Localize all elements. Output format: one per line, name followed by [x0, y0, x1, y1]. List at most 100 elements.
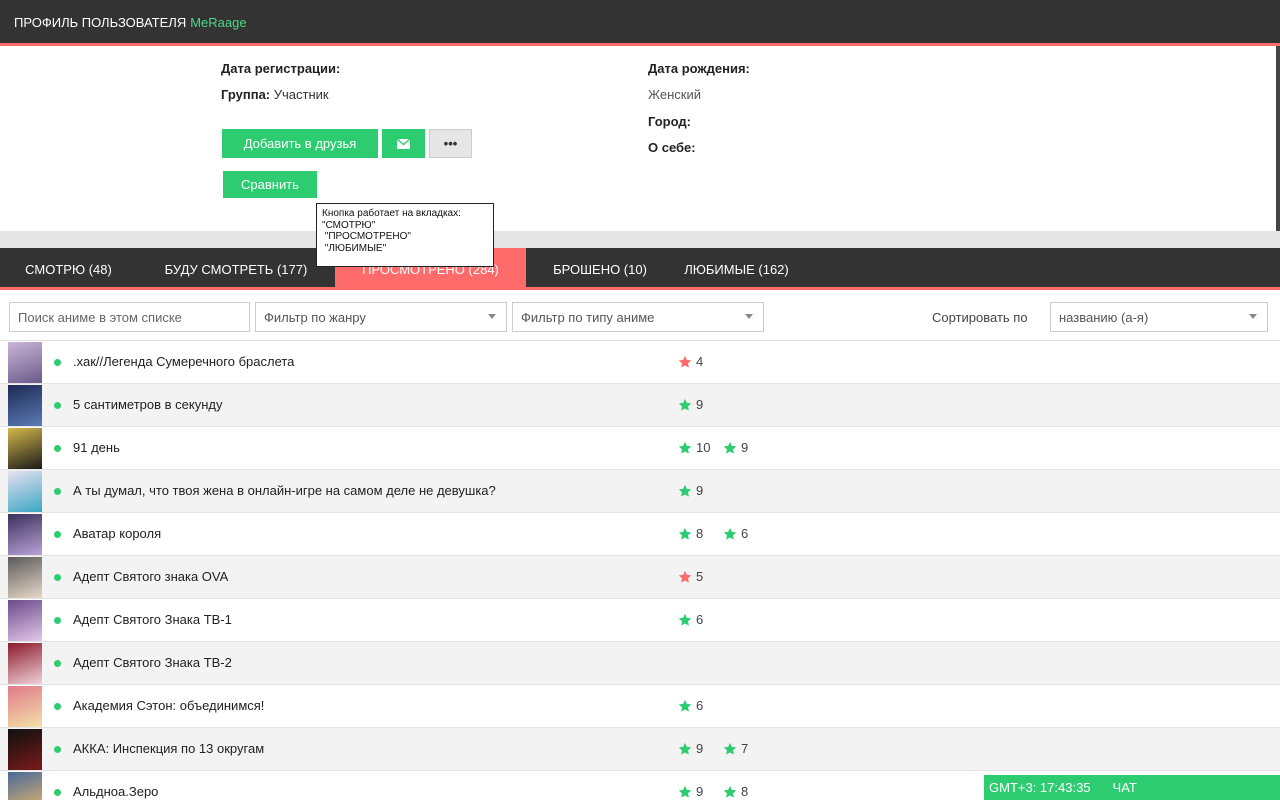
- tab-plan-to-watch[interactable]: БУДУ СМОТРЕТЬ (177): [137, 248, 335, 290]
- anime-poster-thumbnail[interactable]: [8, 686, 42, 727]
- sort-label: Сортировать по: [932, 310, 1028, 325]
- sort-value: названию (а-я): [1059, 309, 1149, 325]
- list-item[interactable]: Адепт Святого Знака ТВ-2: [0, 642, 1280, 685]
- group-label: Группа: Участник: [221, 87, 329, 102]
- star-icon: [678, 484, 692, 497]
- anime-poster-thumbnail[interactable]: [8, 342, 42, 383]
- rating-value: 8: [741, 784, 749, 799]
- tab-favorites[interactable]: ЛЮБИМЫЕ (162): [674, 248, 799, 290]
- message-button[interactable]: [382, 129, 425, 158]
- status-dot-icon: [54, 789, 61, 796]
- rating: 9: [678, 397, 703, 412]
- anime-poster-thumbnail[interactable]: [8, 600, 42, 641]
- anime-poster-thumbnail[interactable]: [8, 514, 42, 555]
- rating-value: 6: [741, 526, 749, 541]
- status-dot-icon: [54, 703, 61, 710]
- anime-title-link[interactable]: Академия Сэтон: объединимся!: [73, 698, 264, 713]
- anime-list: .хак//Легенда Сумеречного браслета 4 5 сан…: [0, 341, 1280, 800]
- more-options-button[interactable]: •••: [429, 129, 472, 158]
- rating: 8: [678, 526, 703, 541]
- rating-value: 6: [696, 612, 704, 627]
- anime-poster-thumbnail[interactable]: [8, 385, 42, 426]
- chat-label[interactable]: ЧАТ: [1113, 780, 1137, 795]
- star-icon: [678, 699, 692, 712]
- username-link[interactable]: MeRaage: [190, 15, 246, 30]
- star-icon: [678, 398, 692, 411]
- star-icon: [678, 441, 692, 454]
- anime-title-link[interactable]: Аватар короля: [73, 526, 161, 541]
- tooltip-line: "ПРОСМОТРЕНО": [322, 231, 411, 242]
- status-dot-icon: [54, 531, 61, 538]
- rating-value: 6: [696, 698, 704, 713]
- envelope-icon: [397, 138, 410, 149]
- list-item[interactable]: Аватар короля 8 6: [0, 513, 1280, 556]
- list-item[interactable]: 91 день 10 9: [0, 427, 1280, 470]
- list-item[interactable]: Адепт Святого Знака ТВ-1 6: [0, 599, 1280, 642]
- server-time: GMT+3: 17:43:35: [989, 780, 1091, 795]
- anime-title-link[interactable]: А ты думал, что твоя жена в онлайн-игре …: [73, 483, 496, 498]
- anime-poster-thumbnail[interactable]: [8, 643, 42, 684]
- dropdown-arrow-icon: [488, 314, 496, 319]
- tooltip-line: "СМОТРЮ": [322, 219, 376, 231]
- list-item[interactable]: 5 сантиметров в секунду 9: [0, 384, 1280, 427]
- status-dot-icon: [54, 617, 61, 624]
- star-icon: [723, 441, 737, 454]
- anime-title-link[interactable]: .хак//Легенда Сумеречного браслета: [73, 354, 294, 369]
- status-dot-icon: [54, 574, 61, 581]
- list-item[interactable]: А ты думал, что твоя жена в онлайн-игре …: [0, 470, 1280, 513]
- status-dot-icon: [54, 359, 61, 366]
- type-filter-select[interactable]: Фильтр по типу аниме: [512, 302, 764, 332]
- rating: 5: [678, 569, 703, 584]
- page-edge: [1276, 46, 1280, 231]
- add-friend-button[interactable]: Добавить в друзья: [222, 129, 378, 158]
- star-icon: [678, 742, 692, 755]
- compare-tooltip: Кнопка работает на вкладках: "СМОТРЮ" "П…: [316, 203, 494, 267]
- anime-title-link[interactable]: Альдноа.Зеро: [73, 784, 158, 799]
- anime-title-link[interactable]: АККА: Инспекция по 13 округам: [73, 741, 264, 756]
- list-item[interactable]: Академия Сэтон: объединимся! 6: [0, 685, 1280, 728]
- page-title: ПРОФИЛЬ ПОЛЬЗОВАТЕЛЯ MeRaage: [14, 15, 247, 30]
- sort-select[interactable]: названию (а-я): [1050, 302, 1268, 332]
- group-value: Участник: [273, 87, 329, 102]
- star-icon: [723, 742, 737, 755]
- profile-header: ПРОФИЛЬ ПОЛЬЗОВАТЕЛЯ MeRaage: [0, 0, 1280, 46]
- anime-title-link[interactable]: Адепт Святого Знака ТВ-1: [73, 612, 232, 627]
- compare-button[interactable]: Сравнить: [223, 171, 317, 198]
- anime-poster-thumbnail[interactable]: [8, 772, 42, 800]
- anime-poster-thumbnail[interactable]: [8, 729, 42, 770]
- genre-filter-value: Фильтр по жанру: [264, 309, 366, 325]
- tooltip-line: Кнопка работает на вкладках:: [322, 208, 461, 219]
- search-input[interactable]: Поиск аниме в этом списке: [9, 302, 250, 332]
- dropdown-arrow-icon: [1249, 314, 1257, 319]
- star-icon: [678, 570, 692, 583]
- anime-title-link[interactable]: 5 сантиметров в секунду: [73, 397, 222, 412]
- anime-title-link[interactable]: Адепт Святого Знака ТВ-2: [73, 655, 232, 670]
- star-icon: [723, 785, 737, 798]
- chat-bar[interactable]: GMT+3: 17:43:35 ЧАТ: [984, 775, 1280, 800]
- genre-filter-select[interactable]: Фильтр по жанру: [255, 302, 507, 332]
- star-icon: [723, 527, 737, 540]
- list-item[interactable]: Адепт Святого знака OVA 5: [0, 556, 1280, 599]
- rating-value: 9: [696, 784, 704, 799]
- list-tabs: СМОТРЮ (48) БУДУ СМОТРЕТЬ (177) ПРОСМОТР…: [0, 248, 1280, 290]
- tab-dropped[interactable]: БРОШЕНО (10): [526, 248, 674, 290]
- rating-value: 9: [741, 440, 749, 455]
- anime-poster-thumbnail[interactable]: [8, 428, 42, 469]
- rating: 9: [678, 741, 703, 756]
- tab-watching[interactable]: СМОТРЮ (48): [0, 248, 137, 290]
- star-icon: [678, 785, 692, 798]
- anime-title-link[interactable]: Адепт Святого знака OVA: [73, 569, 228, 584]
- anime-title-link[interactable]: 91 день: [73, 440, 120, 455]
- anime-poster-thumbnail[interactable]: [8, 471, 42, 512]
- status-dot-icon: [54, 402, 61, 409]
- status-dot-icon: [54, 660, 61, 667]
- anime-poster-thumbnail[interactable]: [8, 557, 42, 598]
- rating: 6: [678, 612, 703, 627]
- rating-value: 9: [696, 483, 704, 498]
- gender-value: Женский: [648, 87, 701, 102]
- type-filter-value: Фильтр по типу аниме: [521, 309, 655, 325]
- rating: 9: [723, 440, 748, 455]
- list-item[interactable]: АККА: Инспекция по 13 округам 9 7: [0, 728, 1280, 771]
- list-item[interactable]: .хак//Легенда Сумеречного браслета 4: [0, 341, 1280, 384]
- rating: 4: [678, 354, 703, 369]
